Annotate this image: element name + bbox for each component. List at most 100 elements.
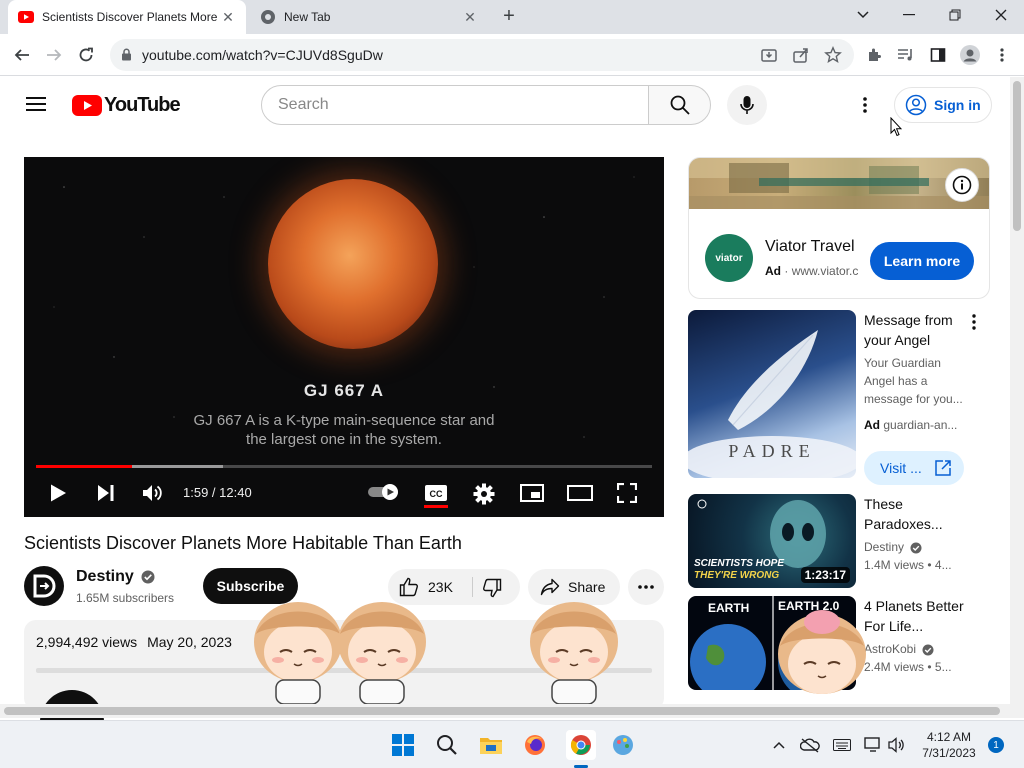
more-vertical-icon[interactable] — [972, 314, 976, 330]
play-button[interactable] — [48, 483, 68, 503]
system-clock[interactable]: 4:12 AM 7/31/2023 — [914, 729, 984, 761]
chibi-sticker — [338, 602, 426, 704]
media-controls-icon[interactable] — [896, 45, 916, 65]
learn-more-button[interactable]: Learn more — [870, 242, 974, 280]
forward-icon[interactable] — [42, 43, 66, 67]
notification-badge[interactable]: 1 — [988, 737, 1004, 753]
side-panel-icon[interactable] — [928, 45, 948, 65]
install-app-icon[interactable] — [760, 46, 778, 64]
vertical-scrollbar[interactable] — [1010, 77, 1024, 718]
sign-in-button[interactable]: Sign in — [894, 87, 992, 123]
onedrive-icon[interactable] — [797, 732, 823, 758]
file-explorer-icon[interactable] — [478, 732, 504, 758]
more-actions-button[interactable] — [628, 569, 664, 605]
autoplay-toggle[interactable] — [368, 484, 402, 500]
viator-logo[interactable]: viator — [705, 234, 753, 282]
thumbnail-text: THEY'RE WRONG — [694, 570, 780, 581]
channel-name-text[interactable]: Destiny — [76, 568, 134, 585]
recommendation-title[interactable]: Message from your Angel — [864, 310, 972, 350]
horizontal-scroll-thumb[interactable] — [4, 707, 1000, 715]
dislike-button[interactable] — [482, 578, 502, 598]
network-icon[interactable] — [860, 732, 886, 758]
ad-banner-image — [689, 158, 989, 209]
search-button[interactable] — [648, 85, 711, 125]
theater-mode-button[interactable] — [567, 485, 593, 501]
restore-icon[interactable] — [932, 0, 978, 30]
recommendation-title[interactable]: These Paradoxes... — [864, 494, 972, 534]
show-hidden-icons-icon[interactable] — [766, 732, 792, 758]
speaker-icon[interactable] — [884, 732, 910, 758]
channel-name[interactable]: Destiny — [864, 540, 904, 554]
channel-avatar[interactable] — [24, 566, 64, 606]
keyboard-icon[interactable] — [829, 732, 855, 758]
fullscreen-icon — [617, 483, 637, 503]
search-box[interactable] — [261, 85, 649, 125]
new-tab-button[interactable]: + — [498, 6, 520, 28]
share-page-icon[interactable] — [792, 46, 810, 64]
video-title: Scientists Discover Planets More Habitab… — [24, 533, 462, 553]
lock-icon[interactable] — [121, 48, 132, 61]
taskbar-search-icon[interactable] — [434, 732, 460, 758]
like-count[interactable]: 23K — [428, 579, 453, 595]
hamburger-menu-icon[interactable] — [26, 96, 46, 112]
fullscreen-button[interactable] — [617, 483, 637, 503]
settings-button[interactable] — [473, 483, 495, 505]
tab-youtube[interactable]: Scientists Discover Planets More ✕ — [8, 0, 246, 34]
address-bar[interactable]: youtube.com/watch?v=CJUVd8SguDw — [110, 39, 854, 71]
back-icon[interactable] — [10, 43, 34, 67]
volume-button[interactable] — [142, 483, 164, 503]
voice-search-button[interactable] — [727, 85, 767, 125]
video-thumbnail[interactable]: SCIENTISTS HOPE THEY'RE WRONG 1:23:17 — [688, 494, 856, 588]
youtube-logo[interactable]: YouTube — [72, 94, 181, 117]
ad-domain: www.viator.c — [791, 264, 859, 278]
recommended-video[interactable]: SCIENTISTS HOPE THEY'RE WRONG 1:23:17 Th… — [688, 494, 990, 588]
miniplayer-button[interactable] — [520, 484, 544, 502]
search-input[interactable] — [278, 86, 638, 124]
ad-info-button[interactable] — [945, 168, 979, 202]
settings-more-icon[interactable] — [863, 96, 867, 114]
visit-site-button[interactable]: Visit ... — [864, 451, 964, 485]
ad-thumbnail[interactable]: PADRE — [688, 310, 856, 478]
thumbnail-text: EARTH — [708, 601, 750, 615]
paint-app-icon[interactable] — [610, 732, 636, 758]
captions-button[interactable]: CC — [424, 483, 448, 509]
tab-new-tab[interactable]: New Tab ✕ — [252, 0, 486, 34]
channel-name[interactable]: Destiny — [76, 568, 155, 586]
played-bar — [36, 465, 133, 468]
recommendation-title[interactable]: 4 Planets Better For Life... — [864, 596, 972, 636]
firefox-icon[interactable] — [522, 732, 548, 758]
ad-card[interactable]: viator Viator Travel Ad · www.viator.c L… — [688, 157, 990, 299]
youtube-favicon-icon — [18, 11, 34, 23]
microphone-icon — [740, 96, 754, 114]
clock-time: 4:12 AM — [926, 730, 972, 744]
ad-advertiser-name[interactable]: Viator Travel — [765, 238, 855, 256]
chrome-menu-icon[interactable] — [992, 45, 1012, 65]
tab-search-icon[interactable] — [840, 0, 886, 30]
verified-badge-icon — [141, 570, 155, 584]
profile-avatar-icon[interactable] — [960, 45, 980, 65]
verified-badge-icon — [922, 644, 934, 656]
vertical-scroll-thumb[interactable] — [1013, 81, 1021, 231]
windows-taskbar: 4:12 AM 7/31/2023 1 — [0, 720, 1024, 768]
reload-icon[interactable] — [74, 43, 98, 67]
horizontal-scrollbar[interactable] — [0, 704, 1010, 718]
windows-start-icon[interactable] — [390, 732, 416, 758]
advertiser-name: guardian-an... — [883, 418, 958, 432]
next-button[interactable] — [96, 484, 116, 502]
view-count: 1.4M views — [864, 558, 925, 572]
close-window-icon[interactable] — [978, 0, 1024, 30]
close-tab-icon[interactable]: ✕ — [220, 9, 236, 25]
progress-bar[interactable] — [36, 465, 652, 468]
recommended-ad[interactable]: PADRE Message from your Angel Your Guard… — [688, 310, 990, 486]
url-text[interactable]: youtube.com/watch?v=CJUVd8SguDw — [142, 47, 383, 63]
extensions-icon[interactable] — [864, 45, 884, 65]
minimize-icon[interactable] — [886, 0, 932, 30]
video-player[interactable]: GJ 667 A GJ 667 A is a K-type main-seque… — [24, 157, 664, 517]
channel-line[interactable]: Destiny — [864, 538, 922, 556]
bookmark-star-icon[interactable] — [824, 46, 842, 64]
youtube-play-logo-icon — [72, 95, 102, 116]
channel-line[interactable]: AstroKobi — [864, 640, 934, 658]
chrome-taskbar-icon[interactable] — [566, 730, 596, 760]
star-image — [268, 179, 438, 349]
close-tab-icon[interactable]: ✕ — [462, 9, 478, 25]
